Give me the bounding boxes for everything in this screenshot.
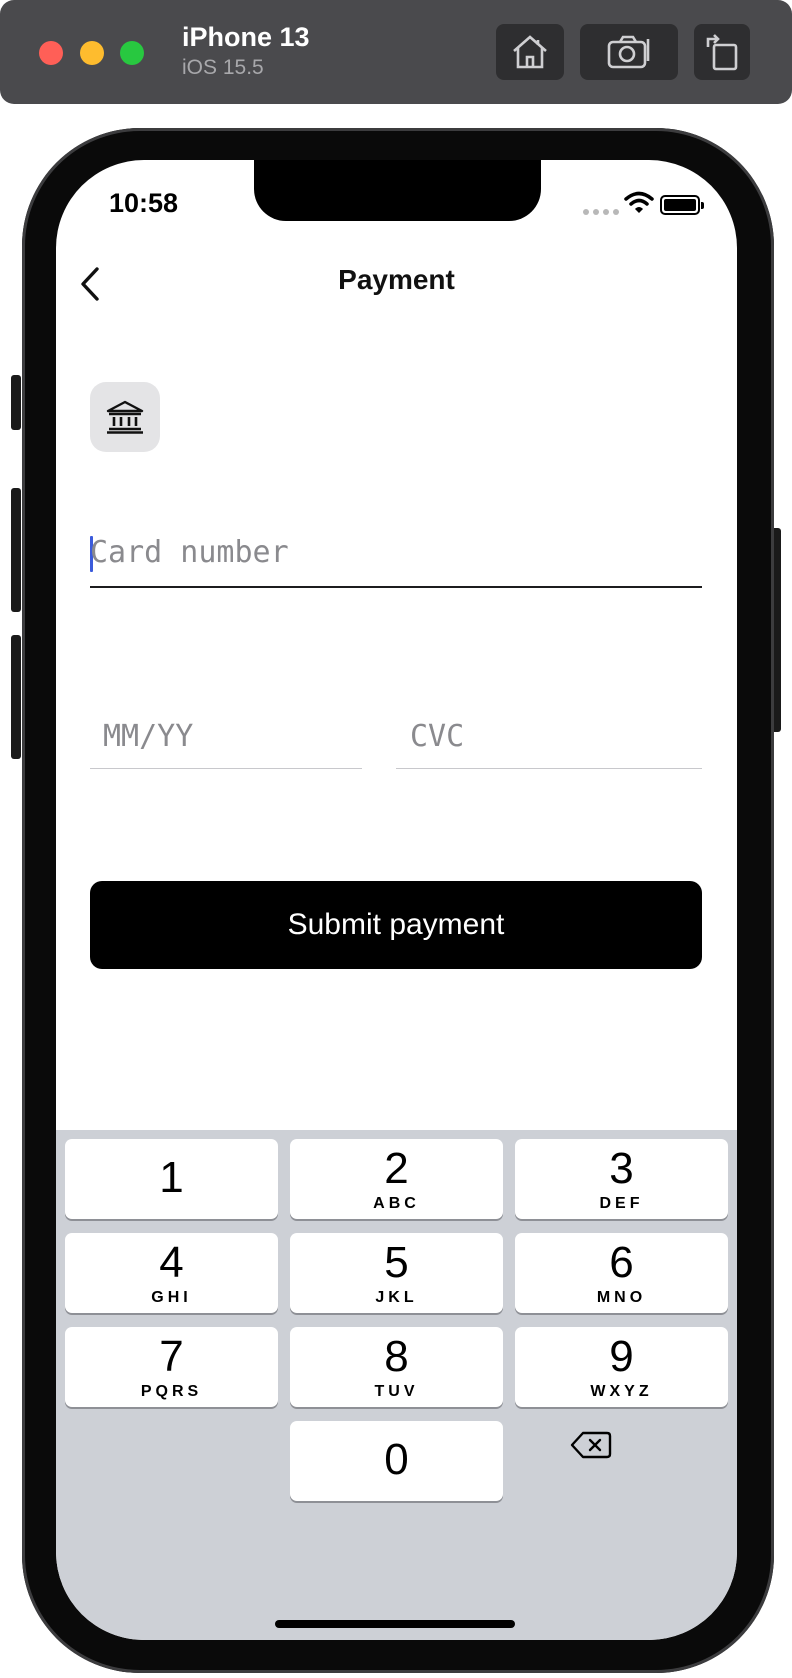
key-digit: 1	[159, 1153, 184, 1202]
card-number-field[interactable]: Card number	[90, 533, 702, 588]
key-8[interactable]: 8 TUV	[290, 1327, 503, 1407]
zoom-window-button[interactable]	[120, 41, 144, 65]
key-6[interactable]: 6 MNO	[515, 1233, 728, 1313]
phone-screen: 10:58 Payment Card number MM/YY CVC Subm…	[56, 160, 737, 1640]
delete-key[interactable]	[561, 1425, 621, 1465]
wifi-icon	[624, 191, 654, 213]
bank-icon	[106, 400, 144, 434]
silent-switch	[11, 375, 21, 430]
key-digit: 5	[384, 1238, 409, 1287]
key-digit: 9	[609, 1332, 634, 1381]
key-2[interactable]: 2 ABC	[290, 1139, 503, 1219]
rotate-icon	[706, 34, 738, 71]
key-letters: ABC	[373, 1195, 420, 1212]
payment-method-button[interactable]	[90, 382, 160, 452]
os-version: iOS 15.5	[182, 56, 264, 79]
key-letters: MNO	[596, 1289, 647, 1306]
cellular-signal-icon	[583, 209, 619, 215]
home-button[interactable]	[496, 24, 564, 80]
expiry-field[interactable]: MM/YY	[90, 715, 362, 769]
key-digit: 7	[159, 1332, 184, 1381]
expiry-placeholder: MM/YY	[103, 719, 194, 754]
notch	[254, 160, 541, 221]
key-letters: TUV	[374, 1383, 419, 1400]
minimize-window-button[interactable]	[80, 41, 104, 65]
status-time: 10:58	[109, 188, 179, 218]
cvc-field[interactable]: CVC	[396, 715, 702, 769]
home-indicator[interactable]	[275, 1620, 515, 1628]
screenshot-icon	[607, 35, 650, 69]
key-letters: PQRS	[140, 1383, 203, 1400]
cvc-placeholder: CVC	[410, 719, 465, 754]
key-0[interactable]: 0	[290, 1421, 503, 1501]
numeric-keypad: 1 2 ABC 3 DEF 4 GHI 5 JKL 6 MNO 7 PQRS 8…	[56, 1130, 737, 1640]
page-title: Payment	[338, 264, 455, 295]
simulator-title-bar: iPhone 13 iOS 15.5	[0, 0, 792, 104]
screenshot-button[interactable]	[580, 24, 678, 80]
key-letters: GHI	[151, 1289, 192, 1306]
backspace-icon	[570, 1431, 612, 1459]
key-1[interactable]: 1	[65, 1139, 278, 1219]
key-letters: DEF	[599, 1195, 644, 1212]
key-4[interactable]: 4 GHI	[65, 1233, 278, 1313]
rotate-button[interactable]	[694, 24, 750, 80]
key-digit: 8	[384, 1332, 409, 1381]
card-number-placeholder: Card number	[90, 535, 289, 570]
key-letters: WXYZ	[590, 1383, 653, 1400]
battery-icon	[660, 195, 704, 215]
key-digit: 2	[384, 1144, 409, 1193]
key-5[interactable]: 5 JKL	[290, 1233, 503, 1313]
submit-payment-button[interactable]: Submit payment	[90, 881, 702, 969]
home-icon	[513, 35, 547, 69]
volume-up-button	[11, 488, 21, 612]
device-name: iPhone 13	[182, 22, 310, 52]
volume-down-button	[11, 635, 21, 759]
key-digit: 4	[159, 1238, 184, 1287]
key-letters: JKL	[375, 1289, 418, 1306]
key-digit: 6	[609, 1238, 634, 1287]
key-3[interactable]: 3 DEF	[515, 1139, 728, 1219]
close-window-button[interactable]	[39, 41, 63, 65]
key-7[interactable]: 7 PQRS	[65, 1327, 278, 1407]
key-digit: 0	[384, 1435, 409, 1484]
key-digit: 3	[609, 1144, 634, 1193]
key-9[interactable]: 9 WXYZ	[515, 1327, 728, 1407]
